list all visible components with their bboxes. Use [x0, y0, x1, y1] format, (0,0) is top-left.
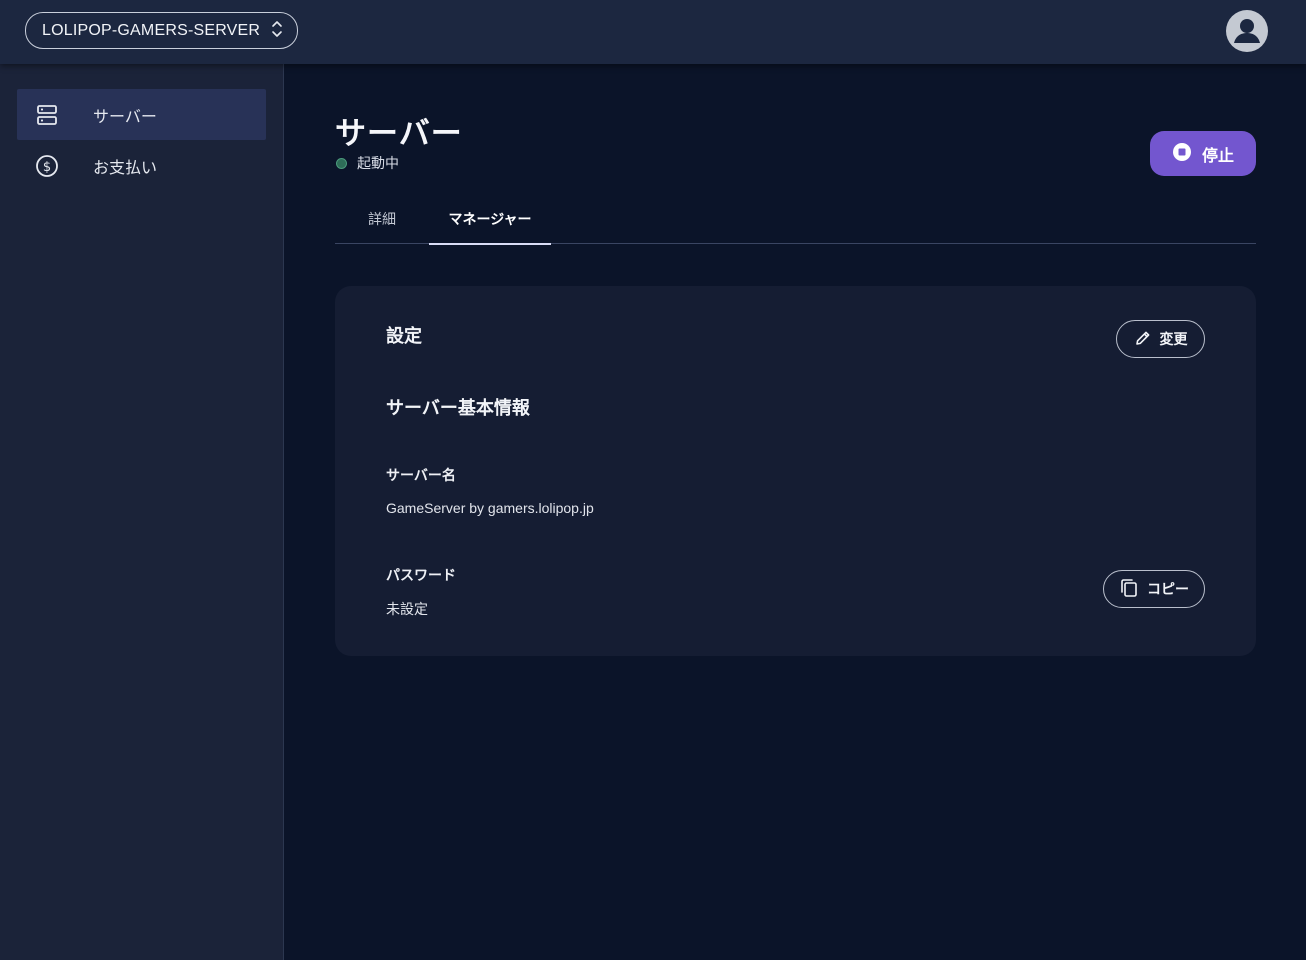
status-text: 起動中	[357, 156, 399, 172]
copy-button-label: コピー	[1147, 581, 1189, 597]
edit-button-label: 変更	[1159, 331, 1188, 347]
edit-button[interactable]: 変更	[1116, 320, 1205, 358]
section-title: サーバー基本情報	[386, 398, 530, 419]
copy-button[interactable]: コピー	[1103, 570, 1205, 608]
pencil-icon	[1134, 329, 1152, 350]
svg-text:$: $	[43, 160, 51, 175]
stop-button-label: 停止	[1201, 147, 1234, 165]
main-content: サーバー 起動中 停止 詳細 マネージャー 設定 変更 サーバー基本情報 サーバ…	[285, 64, 1306, 960]
top-bar: LOLIPOP-GAMERS-SERVER	[0, 0, 1306, 64]
sidebar-item-billing[interactable]: $ お支払い	[17, 140, 266, 191]
server-name-value: GameServer by gamers.lolipop.jp	[386, 500, 594, 516]
tab-manager[interactable]: マネージャー	[429, 194, 551, 245]
password-value: 未設定	[386, 602, 428, 618]
server-selector-label: LOLIPOP-GAMERS-SERVER	[42, 21, 261, 39]
sidebar-item-server[interactable]: サーバー	[17, 89, 266, 140]
tab-bar: 詳細 マネージャー	[335, 194, 1256, 245]
stop-circle-icon	[1172, 142, 1192, 165]
status-indicator: 起動中	[336, 153, 399, 173]
sidebar: サーバー $ お支払い	[0, 64, 284, 960]
card-title: 設定	[386, 326, 422, 347]
dollar-circle-icon: $	[35, 154, 59, 178]
sidebar-item-label: サーバー	[93, 106, 157, 126]
settings-card: 設定 変更 サーバー基本情報 サーバー名 GameServer by gamer…	[335, 286, 1256, 656]
server-selector[interactable]: LOLIPOP-GAMERS-SERVER	[25, 12, 298, 49]
server-icon	[35, 103, 59, 127]
sidebar-item-label: お支払い	[93, 157, 158, 177]
password-label: パスワード	[386, 568, 456, 584]
page-title: サーバー	[335, 116, 463, 152]
chevron-up-down-icon	[271, 20, 283, 42]
server-name-label: サーバー名	[386, 468, 456, 484]
stop-button[interactable]: 停止	[1150, 131, 1256, 176]
copy-icon	[1119, 578, 1139, 601]
user-avatar-icon[interactable]	[1226, 10, 1268, 52]
status-dot-icon	[336, 157, 347, 169]
tab-details[interactable]: 詳細	[335, 194, 429, 244]
